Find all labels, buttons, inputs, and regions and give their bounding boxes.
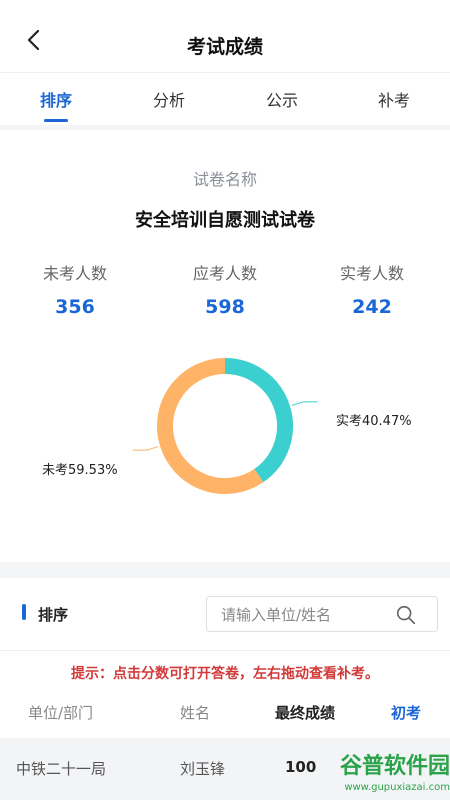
tab-analysis[interactable]: 分析 <box>153 87 185 111</box>
summary-card: 试卷名称 安全培训自愿测试试卷 未考人数 356 应考人数 598 实考人数 2… <box>0 130 450 562</box>
donut-label-absent: 未考59.53% <box>42 463 118 478</box>
donut-label-actual: 实考40.47% <box>336 414 412 429</box>
nav-bar: 考试成绩 <box>0 0 450 72</box>
column-header-initial-exam[interactable]: 初考 <box>391 702 421 723</box>
attendance-donut-chart <box>132 358 318 494</box>
paper-label: 试卷名称 <box>192 170 257 189</box>
search-box[interactable] <box>206 596 438 632</box>
stat-expected-value: 598 <box>205 296 245 318</box>
column-header-unit: 单位/部门 <box>28 704 94 722</box>
section-title: 排序 <box>38 606 69 624</box>
column-header-name: 姓名 <box>180 704 211 722</box>
watermark: 谷普软件园 www.gupuxiazai.com <box>310 748 450 800</box>
tab-ranking[interactable]: 排序 <box>40 87 72 111</box>
cell-name: 刘玉锋 <box>180 760 226 778</box>
stat-actual-value: 242 <box>352 296 392 318</box>
stat-absent: 未考人数 356 <box>0 260 150 318</box>
stat-expected-label: 应考人数 <box>192 264 257 283</box>
page-title: 考试成绩 <box>186 36 263 58</box>
section-accent-bar <box>22 604 26 620</box>
donut-leader-1 <box>132 446 159 451</box>
column-header-final-score[interactable]: 最终成绩 <box>275 702 335 723</box>
tab-publicity[interactable]: 公示 <box>266 87 298 111</box>
hint-text: 提示：点击分数可打开答卷，左右拖动查看补考。 <box>71 666 379 682</box>
stat-absent-label: 未考人数 <box>42 264 107 283</box>
stat-actual-label: 实考人数 <box>339 264 404 283</box>
donut-slice-0 <box>224 358 293 483</box>
paper-name: 安全培训自愿测试试卷 <box>135 210 315 231</box>
stat-expected: 应考人数 598 <box>150 260 300 318</box>
hint-area: 提示：点击分数可打开答卷，左右拖动查看补考。 <box>0 650 450 682</box>
donut-slice-1 <box>157 358 264 494</box>
watermark-url: www.gupuxiazai.com <box>344 782 450 793</box>
search-icon[interactable] <box>395 604 417 626</box>
stat-actual: 实考人数 242 <box>297 260 447 318</box>
cell-unit: 中铁二十一局 <box>16 760 107 778</box>
stat-absent-value: 356 <box>55 296 95 318</box>
tab-bar: 排序 分析 公示 补考 <box>0 72 450 125</box>
watermark-text: 谷普软件园 <box>339 754 450 779</box>
tab-makeup-exam[interactable]: 补考 <box>378 87 410 111</box>
search-input[interactable] <box>219 603 393 627</box>
active-tab-indicator <box>44 119 68 122</box>
donut-leader-0 <box>291 401 318 406</box>
